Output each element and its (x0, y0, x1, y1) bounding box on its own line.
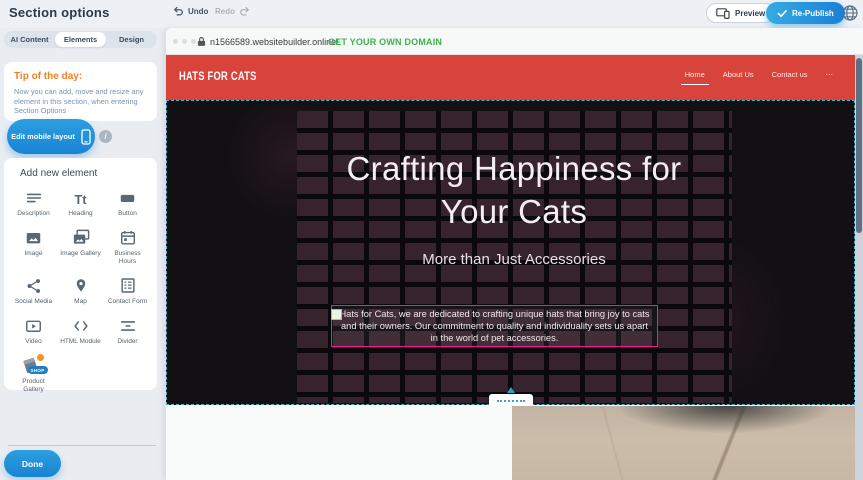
undo-button[interactable]: Undo (172, 5, 208, 17)
nav-about-us[interactable]: About Us (723, 70, 754, 79)
map-pin-icon (73, 275, 89, 295)
top-toolbar: Section options Undo Redo Preview Re-Pub… (0, 0, 863, 28)
element-image-gallery[interactable]: Image Gallery (57, 227, 104, 266)
contact-form-icon (119, 275, 137, 295)
code-icon (72, 315, 90, 335)
button-icon (118, 187, 137, 207)
heading-tt-icon: Tt (74, 187, 86, 207)
element-heading[interactable]: Tt Heading (57, 187, 104, 218)
grip-dots-icon (497, 400, 525, 402)
section-options-panel: AI Content Elements Design Tip of the da… (0, 28, 166, 480)
app-window: Section options Undo Redo Preview Re-Pub… (0, 0, 863, 480)
canvas-scrollbar (855, 55, 863, 480)
element-divider[interactable]: Divider (104, 315, 151, 346)
element-button[interactable]: Button (104, 187, 151, 218)
element-business-hours[interactable]: Business Hours (104, 227, 151, 266)
globe-icon[interactable] (841, 4, 859, 22)
tab-elements[interactable]: Elements (55, 32, 106, 47)
lock-icon (197, 36, 206, 47)
nav-home[interactable]: Home (685, 70, 705, 79)
edit-mobile-label: Edit mobile layout (11, 132, 75, 141)
phone-icon (81, 129, 91, 145)
panel-divider (8, 445, 156, 446)
cat-shadow-photo (512, 406, 855, 480)
hero-paragraph: Hats for Cats, we are dedicated to craft… (332, 308, 657, 344)
hero-section[interactable]: Crafting Happiness for Your Cats More th… (166, 100, 855, 405)
info-icon[interactable]: i (99, 130, 112, 143)
edit-mobile-layout-button[interactable]: Edit mobile layout (7, 119, 95, 154)
divider-icon (119, 315, 137, 335)
hero-subheading[interactable]: More than Just Accessories (319, 251, 709, 268)
redo-label: Redo (215, 7, 235, 16)
browser-address-bar: n1566589.websitebuilder.online/ GET YOUR… (166, 28, 863, 55)
share-icon (25, 275, 43, 295)
product-gallery-icon: SHOP (22, 355, 46, 375)
shop-badge: SHOP (28, 366, 48, 374)
element-image[interactable]: Image (10, 227, 57, 266)
add-element-title: Add new element (20, 168, 151, 179)
site-header[interactable]: HATS FOR CATS Home About Us Contact us ⋯ (166, 55, 855, 100)
panel-tabs: AI Content Elements Design (4, 31, 157, 48)
undo-icon (172, 5, 184, 17)
site-logo[interactable]: HATS FOR CATS (179, 69, 257, 83)
hero-paragraph-box[interactable]: Hats for Cats, we are dedicated to craft… (331, 305, 658, 347)
element-html-module[interactable]: HTML Module (57, 315, 104, 346)
selection-handle-icon[interactable] (331, 309, 342, 320)
preview-label: Preview (735, 9, 765, 18)
redo-button[interactable]: Redo (215, 5, 251, 17)
element-grid: Description Tt Heading Button Ima (10, 187, 151, 394)
page-title: Section options (9, 5, 110, 20)
next-section[interactable] (166, 405, 855, 480)
tab-design[interactable]: Design (106, 31, 157, 48)
tip-of-the-day-card: Tip of the day: Now you can add, move an… (4, 62, 157, 121)
window-dots-icon (173, 39, 196, 44)
redo-icon (239, 5, 251, 17)
undo-label: Undo (188, 7, 208, 16)
get-domain-link[interactable]: GET YOUR OWN DOMAIN (328, 37, 442, 47)
new-badge-icon (36, 353, 45, 362)
tip-title: Tip of the day: (14, 71, 147, 82)
republish-button[interactable]: Re-Publish (766, 2, 845, 24)
element-contact-form[interactable]: Contact Form (104, 275, 151, 306)
tab-ai-content[interactable]: AI Content (4, 31, 55, 48)
site-nav: Home About Us Contact us ⋯ (685, 70, 833, 79)
url-text[interactable]: n1566589.websitebuilder.online/ (210, 37, 339, 47)
element-social-media[interactable]: Social Media (10, 275, 57, 306)
element-video[interactable]: Video (10, 315, 57, 346)
element-map[interactable]: Map (57, 275, 104, 306)
nav-contact-us[interactable]: Contact us (772, 70, 808, 79)
business-hours-icon (119, 227, 137, 247)
text-lines-icon (25, 187, 43, 207)
element-product-gallery[interactable]: SHOP Product Gallery (10, 355, 57, 394)
image-gallery-icon (71, 227, 91, 247)
devices-icon (716, 8, 730, 19)
video-icon (24, 315, 43, 335)
hero-content: Crafting Happiness for Your Cats More th… (297, 101, 732, 404)
site-canvas: n1566589.websitebuilder.online/ GET YOUR… (166, 28, 863, 480)
add-element-card: Add new element Description Tt Heading (4, 158, 157, 390)
hero-heading[interactable]: Crafting Happiness for Your Cats (319, 147, 709, 233)
tip-body: Now you can add, move and resize any ele… (14, 87, 147, 116)
nav-more[interactable]: ⋯ (826, 70, 834, 79)
arrow-up-icon (507, 387, 515, 393)
done-button[interactable]: Done (4, 450, 61, 477)
element-description[interactable]: Description (10, 187, 57, 218)
image-icon (24, 227, 43, 247)
scrollbar-thumb[interactable] (856, 58, 862, 233)
preview-button[interactable]: Preview (706, 3, 775, 23)
republish-label: Re-Publish (792, 9, 834, 18)
check-icon (777, 9, 787, 18)
